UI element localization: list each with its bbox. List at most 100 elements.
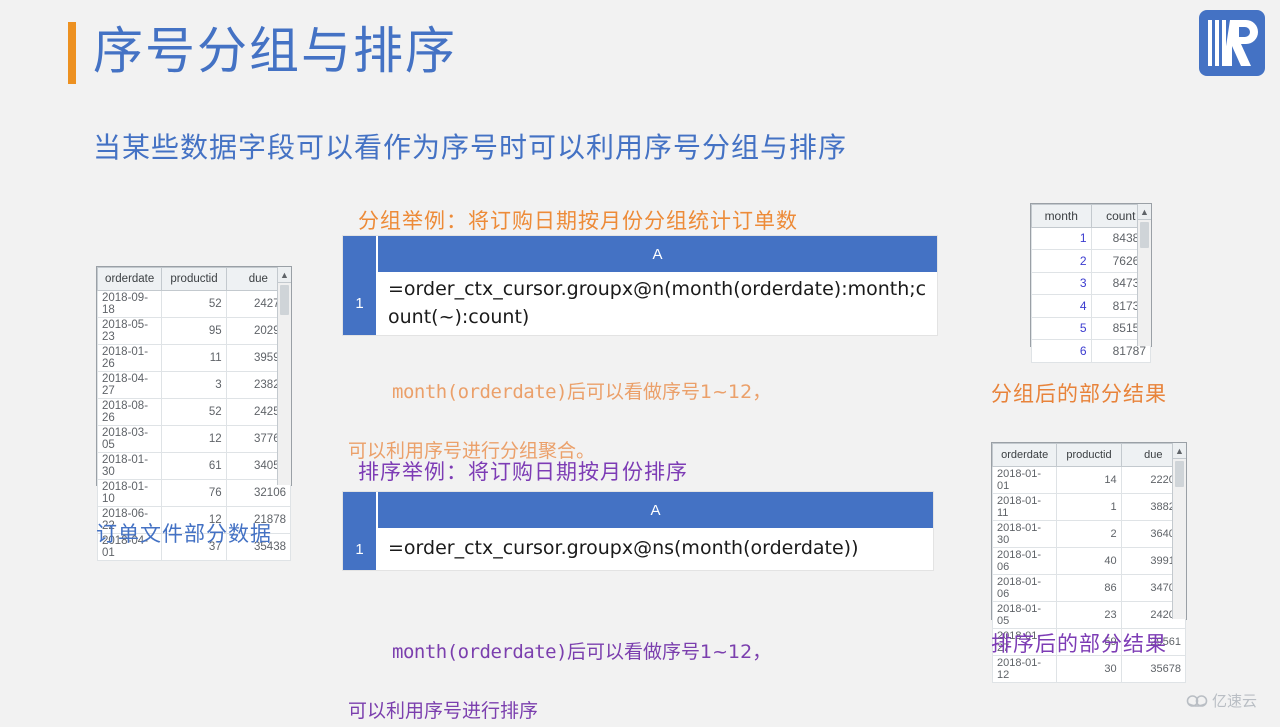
column-header-month: month [1031, 204, 1092, 228]
cell-month: 4 [1031, 294, 1092, 318]
cell-month: 5 [1031, 316, 1092, 340]
cell-productid: 76 [161, 479, 227, 507]
table-row[interactable]: 2018-05-23 95 20293 [96, 317, 292, 345]
cell-orderdate: 2018-01-11 [991, 492, 1058, 521]
heading-group-example: 分组举例：将订购日期按月份分组统计订单数 [358, 209, 798, 233]
scrollbar-thumb[interactable] [1175, 461, 1184, 487]
brand-logo-icon [1199, 10, 1265, 76]
table-row[interactable]: 2018-03-05 12 37760 [96, 425, 292, 453]
table-row[interactable]: 3 84738 [1031, 271, 1151, 295]
table-row[interactable]: 2018-01-12 30 35678 [991, 654, 1187, 683]
scroll-up-arrow-icon[interactable]: ▲ [1173, 443, 1186, 459]
cell-productid: 12 [161, 425, 227, 453]
watermark: 亿速云 [1186, 690, 1257, 711]
table-row[interactable]: 2018-01-01 14 22203 [991, 465, 1187, 494]
note-sort-example: month(orderdate)后可以看做序号1~12， 可以利用序号进行排序 [348, 609, 771, 727]
cell-orderdate: 2018-01-06 [991, 573, 1058, 602]
caption-sort-result: 排序后的部分结果 [991, 632, 1167, 656]
table-row[interactable]: 2018-01-11 1 38822 [991, 492, 1187, 521]
cell-productid: 52 [161, 290, 227, 318]
scroll-up-arrow-icon[interactable]: ▲ [1138, 204, 1151, 220]
page-title: 序号分组与排序 [93, 22, 457, 80]
cell-due: 35678 [1120, 654, 1187, 683]
table-header-row: orderdate productid due [96, 267, 292, 291]
cell-productid: 11 [161, 344, 227, 372]
cell-productid: 14 [1056, 465, 1122, 494]
cell-orderdate: 2018-01-12 [991, 654, 1058, 683]
code-column-header-a: A [378, 236, 937, 272]
cell-orderdate: 2018-01-01 [991, 465, 1058, 494]
cell-month: 2 [1031, 249, 1092, 273]
column-header-productid: productid [161, 267, 227, 291]
table-row[interactable]: 4 81737 [1031, 294, 1151, 318]
cell-orderdate: 2018-04-27 [96, 371, 163, 399]
vertical-scrollbar[interactable]: ▲ [1137, 204, 1151, 346]
table-row[interactable]: 2018-08-26 52 24253 [96, 398, 292, 426]
caption-orders-table: 订单文件部分数据 [96, 522, 272, 546]
code-row: 1 =order_ctx_cursor.groupx@n(month(order… [343, 272, 937, 336]
slide-canvas: 序号分组与排序 当某些数据字段可以看作为序号时可以利用序号分组与排序 order… [0, 0, 1280, 722]
code-row: 1 =order_ctx_cursor.groupx@ns(month(orde… [343, 528, 933, 570]
scrollbar-thumb[interactable] [280, 285, 289, 315]
note-group-line1: 后可以看做序号1~12， [567, 381, 772, 404]
scrollbar-thumb[interactable] [1140, 222, 1149, 248]
group-result-grid[interactable]: month count 1 84384 2 76262 3 84738 4 81737 … [1030, 203, 1152, 363]
cell-month: 1 [1031, 226, 1092, 250]
cell-productid: 61 [161, 452, 227, 480]
cell-productid: 86 [1056, 573, 1122, 602]
table-row[interactable]: 2018-01-10 76 32106 [96, 479, 292, 507]
table-row[interactable]: 2018-01-30 61 34050 [96, 452, 292, 480]
cell-orderdate: 2018-08-26 [96, 398, 163, 426]
cell-orderdate: 2018-01-05 [991, 600, 1058, 629]
table-row[interactable]: 2018-01-06 86 34709 [991, 573, 1187, 602]
table-row[interactable]: 2018-04-27 3 23821 [96, 371, 292, 399]
table-row[interactable]: 2 76262 [1031, 249, 1151, 273]
table-header-row: orderdate productid due [991, 443, 1187, 467]
table-row[interactable]: 2018-01-05 23 24207 [991, 600, 1187, 629]
cell-month: 6 [1031, 339, 1092, 363]
column-header-productid: productid [1056, 443, 1122, 467]
table-row[interactable]: 2018-09-18 52 24273 [96, 290, 292, 318]
table-row[interactable]: 1 84384 [1031, 226, 1151, 250]
cell-productid: 52 [161, 398, 227, 426]
table-row[interactable]: 2018-01-30 2 36406 [991, 519, 1187, 548]
table-header-row: month count [1031, 204, 1151, 228]
cell-productid: 23 [1056, 600, 1122, 629]
heading-sort-example: 排序举例：将订购日期按月份排序 [358, 460, 688, 484]
code-row-number: 1 [343, 272, 376, 336]
note-group-example: month(orderdate)后可以看做序号1~12， 可以利用序号进行分组聚… [348, 349, 771, 467]
cell-productid: 1 [1056, 492, 1122, 521]
cell-orderdate: 2018-01-26 [96, 344, 163, 372]
table-row[interactable]: 5 85150 [1031, 316, 1151, 340]
table-row[interactable]: 2018-01-06 40 39912 [991, 546, 1187, 575]
sort-code-block: A 1 =order_ctx_cursor.groupx@ns(month(or… [343, 492, 933, 570]
vertical-scrollbar[interactable]: ▲ [277, 267, 291, 485]
scroll-up-arrow-icon[interactable]: ▲ [278, 267, 291, 283]
table-row[interactable]: 6 81787 [1031, 339, 1151, 363]
code-header-row: A [343, 236, 937, 272]
vertical-scrollbar[interactable]: ▲ [1172, 443, 1186, 619]
code-row-number: 1 [343, 528, 376, 570]
page-subtitle: 当某些数据字段可以看作为序号时可以利用序号分组与排序 [93, 131, 848, 164]
note-sort-code: month(orderdate) [392, 641, 568, 664]
column-header-orderdate: orderdate [991, 443, 1058, 467]
code-expression-group[interactable]: =order_ctx_cursor.groupx@n(month(orderda… [378, 272, 937, 335]
code-expression-sort[interactable]: =order_ctx_cursor.groupx@ns(month(orderd… [378, 528, 933, 570]
cell-productid: 30 [1056, 654, 1122, 683]
table-row[interactable]: 2018-01-26 11 39598 [96, 344, 292, 372]
orders-data-grid[interactable]: orderdate productid due 2018-09-18 52 2427… [96, 266, 292, 561]
note-group-code: month(orderdate) [392, 381, 568, 404]
caption-group-result: 分组后的部分结果 [991, 382, 1167, 406]
note-sort-line2: 可以利用序号进行排序 [348, 700, 539, 723]
cell-productid: 40 [1056, 546, 1122, 575]
cell-orderdate: 2018-01-10 [96, 479, 163, 507]
cell-orderdate: 2018-01-30 [96, 452, 163, 480]
column-header-orderdate: orderdate [96, 267, 163, 291]
cell-orderdate: 2018-01-30 [991, 519, 1058, 548]
cell-orderdate: 2018-01-06 [991, 546, 1058, 575]
cell-productid: 3 [161, 371, 227, 399]
code-corner-cell [343, 236, 376, 272]
sort-result-grid[interactable]: orderdate productid due 2018-01-01 14 2220… [991, 442, 1187, 683]
note-sort-line1: 后可以看做序号1~12， [567, 641, 772, 664]
watermark-text: 亿速云 [1212, 692, 1258, 710]
